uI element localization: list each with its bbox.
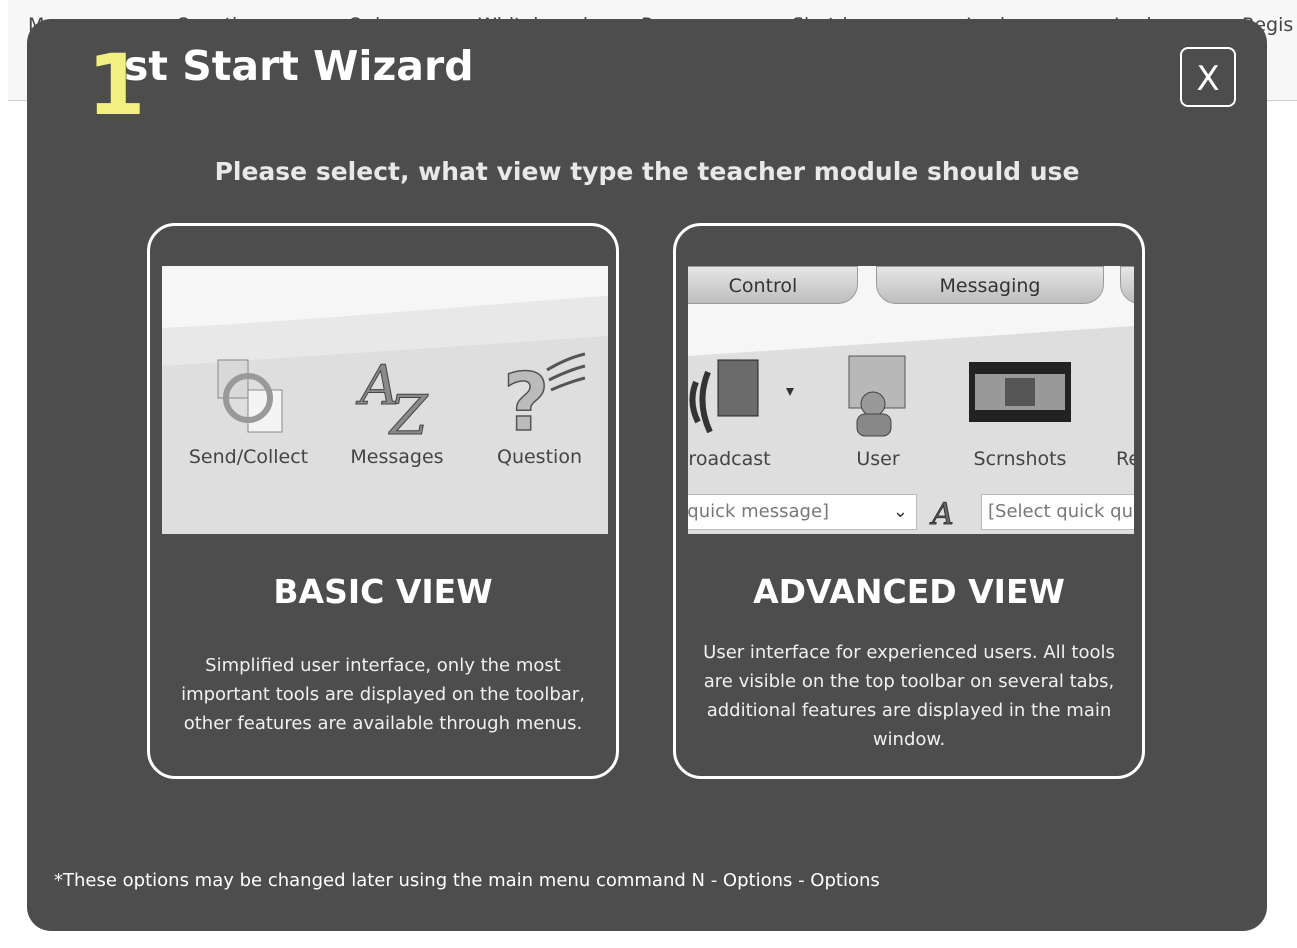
send-collect-tool: Send/Collect <box>176 350 321 480</box>
tab-messaging-label: Messaging <box>939 275 1041 297</box>
screenshots-tool: Scrnshots <box>960 352 1080 482</box>
chevron-down-icon: ⌄ <box>892 501 908 522</box>
basic-view-heading: BASIC VIEW <box>273 572 493 611</box>
partial-tool-label: Re <box>1115 448 1134 470</box>
basic-view-option[interactable]: Send/Collect A Z Messages ? Question BAS… <box>147 223 619 779</box>
messages-label: Messages <box>350 446 444 468</box>
svg-text:Z: Z <box>388 384 429 440</box>
tab-messaging: Messaging <box>876 266 1104 304</box>
options-footnote: *These options may be changed later usin… <box>54 870 880 891</box>
quick-question-placeholder: [Select quick question] <box>988 501 1134 522</box>
close-button[interactable]: X <box>1180 47 1236 107</box>
basic-view-description: Simplified user interface, only the most… <box>181 655 585 734</box>
quick-question-select: [Select quick question] <box>981 494 1134 530</box>
advanced-view-preview: Control Messaging Broadcast User <box>688 266 1134 534</box>
question-label: Question <box>497 446 582 468</box>
question-mark-icon: ? <box>502 352 586 440</box>
partial-tool: Re <box>1108 352 1134 482</box>
broadcast-icon <box>689 359 794 434</box>
svg-text:?: ? <box>503 356 549 440</box>
advanced-view-description: User interface for experienced users. Al… <box>703 642 1115 750</box>
user-tool: User <box>828 352 928 482</box>
send-collect-icon <box>217 359 283 433</box>
user-label: User <box>856 448 900 470</box>
messages-az-icon: A Z <box>355 354 430 441</box>
start-wizard-dialog: 1 st Start Wizard X Please select, what … <box>27 19 1267 931</box>
wizard-prompt: Please select, what view type the teache… <box>214 157 1080 186</box>
basic-view-preview: Send/Collect A Z Messages ? Question <box>162 266 608 534</box>
tab-control-label: Control <box>728 275 798 297</box>
broadcast-tool: Broadcast <box>688 352 798 482</box>
quick-message-select: [Select quick message] ⌄ <box>688 494 917 530</box>
advanced-view-heading: ADVANCED VIEW <box>753 572 1065 611</box>
question-tool: ? Question <box>472 350 607 480</box>
broadcast-label: Broadcast <box>688 448 771 470</box>
svg-text:A: A <box>929 497 954 530</box>
messages-tool: A Z Messages <box>332 350 462 480</box>
user-monitor-icon <box>848 355 906 437</box>
filmstrip-icon <box>969 362 1071 422</box>
screenshots-label: Scrnshots <box>973 448 1067 470</box>
font-style-icon: A <box>929 497 955 531</box>
tab-control: Control <box>688 266 858 304</box>
quick-message-placeholder: [Select quick message] <box>688 501 830 522</box>
send-collect-label: Send/Collect <box>188 446 309 468</box>
advanced-view-option[interactable]: Control Messaging Broadcast User <box>673 223 1145 779</box>
wizard-title-text: st Start Wizard <box>124 42 474 90</box>
